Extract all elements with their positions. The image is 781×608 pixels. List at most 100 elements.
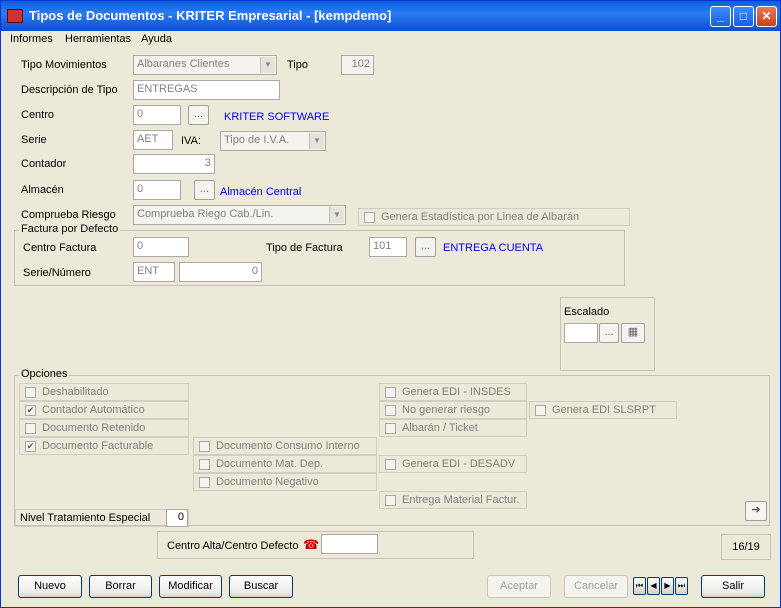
serie-label: Serie [21, 134, 47, 146]
nivel-tratamiento-row: Nivel Tratamiento Especial [15, 509, 189, 527]
app-icon [7, 9, 23, 23]
edi-slsrpt-label: Genera EDI SLSRPT [552, 404, 656, 416]
first-record-icon[interactable]: ⏮ [633, 577, 646, 595]
consumo-interno-checkbox[interactable]: Documento Consumo Interno [193, 437, 377, 455]
tipo-movimientos-select[interactable]: Albaranes Clientes ▼ [133, 55, 277, 75]
checkbox-box [385, 405, 396, 416]
chevron-down-icon[interactable]: ▼ [329, 207, 344, 223]
checkbox-box [199, 477, 210, 488]
centro-lookup-button[interactable]: ... [188, 105, 209, 125]
minimize-button[interactable]: _ [710, 6, 731, 27]
centro-name: KRITER SOFTWARE [224, 111, 330, 123]
albaran-ticket-checkbox[interactable]: Albarán / Ticket [379, 419, 527, 437]
documento-facturable-checkbox[interactable]: ✔ Documento Facturable [19, 437, 189, 455]
cancelar-button[interactable]: Cancelar [564, 575, 628, 598]
consumo-interno-label: Documento Consumo Interno [216, 440, 360, 452]
negativo-label: Documento Negativo [216, 476, 319, 488]
checkmark-icon: ✔ [25, 441, 36, 452]
nivel-tratamiento-field[interactable]: 0 [166, 509, 188, 527]
centro-alta-field[interactable] [321, 534, 378, 554]
checkbox-box [25, 423, 36, 434]
edi-slsrpt-checkbox[interactable]: Genera EDI SLSRPT [529, 401, 677, 419]
tipo-movimientos-label: Tipo Movimientos [21, 59, 107, 71]
salir-button[interactable]: Salir [701, 575, 765, 598]
documento-retenido-label: Documento Retenido [42, 422, 146, 434]
edi-desadv-checkbox[interactable]: Genera EDI - DESADV [379, 455, 527, 473]
almacen-field[interactable]: 0 [133, 180, 181, 200]
chevron-down-icon[interactable]: ▼ [309, 133, 324, 149]
aceptar-button[interactable]: Aceptar [487, 575, 551, 598]
tipo-factura-name: ENTREGA CUENTA [443, 242, 544, 254]
modificar-button[interactable]: Modificar [159, 575, 222, 598]
documento-retenido-checkbox[interactable]: Documento Retenido [19, 419, 189, 437]
factura-serie-field[interactable]: ENT [133, 262, 175, 282]
close-button[interactable]: ✕ [756, 6, 777, 27]
telephone-icon: ☎ [303, 537, 320, 552]
tipo-factura-field[interactable]: 101 [369, 237, 407, 257]
nivel-tratamiento-label: Nivel Tratamiento Especial [20, 512, 151, 524]
escalado-field[interactable] [564, 323, 598, 343]
menu-informes[interactable]: Informes [10, 33, 53, 45]
maximize-button[interactable]: □ [733, 6, 754, 27]
chevron-down-icon[interactable]: ▼ [260, 57, 275, 73]
almacen-label: Almacén [21, 184, 64, 196]
centro-alta-label: Centro Alta/Centro Defecto [167, 540, 299, 552]
menu-ayuda[interactable]: Ayuda [141, 33, 172, 45]
no-generar-riesgo-label: No generar riesgo [402, 404, 491, 416]
tipo-factura-label: Tipo de Factura [266, 242, 343, 254]
tipo-factura-lookup-button[interactable]: ... [415, 237, 436, 257]
escalado-lookup-button[interactable]: ... [599, 323, 619, 343]
previous-record-icon[interactable]: ◀ [647, 577, 660, 595]
deshabilitado-checkbox[interactable]: Deshabilitado [19, 383, 189, 401]
genera-estadistica-label: Genera Estadística por Linea de Albarán [381, 211, 580, 223]
descripcion-label: Descripción de Tipo [21, 84, 118, 96]
centro-label: Centro [21, 109, 55, 121]
iva-value: Tipo de I.V.A. [224, 134, 290, 146]
calendar-grid-icon[interactable]: ▦ [621, 323, 645, 343]
app-window: Tipos de Documentos - KRITER Empresarial… [0, 0, 781, 608]
comprueba-riesgo-value: Comprueba Riego Cab./Lin. [137, 208, 274, 220]
checkbox-box [25, 387, 36, 398]
borrar-button[interactable]: Borrar [89, 575, 152, 598]
deshabilitado-label: Deshabilitado [42, 386, 109, 398]
menu-herramientas[interactable]: Herramientas [65, 33, 131, 45]
checkmark-icon: ✔ [25, 405, 36, 416]
iva-select[interactable]: Tipo de I.V.A. ▼ [220, 131, 326, 151]
serie-numero-label: Serie/Número [23, 267, 91, 279]
no-generar-riesgo-checkbox[interactable]: No generar riesgo [379, 401, 527, 419]
centro-factura-label: Centro Factura [23, 242, 97, 254]
comprueba-riesgo-label: Comprueba Riesgo [21, 209, 116, 221]
entrega-material-checkbox[interactable]: Entrega Material Factur. [379, 491, 527, 509]
mat-dep-checkbox[interactable]: Documento Mat. Dep. [193, 455, 377, 473]
centro-field[interactable]: 0 [133, 105, 181, 125]
arrow-right-icon[interactable]: ➔ [745, 501, 767, 521]
descripcion-field[interactable]: ENTREGAS [133, 80, 280, 100]
nuevo-button[interactable]: Nuevo [18, 575, 82, 598]
tipo-label: Tipo [287, 59, 308, 71]
almacen-lookup-button[interactable]: ... [194, 180, 215, 200]
contador-automatico-checkbox[interactable]: ✔ Contador Automático [19, 401, 189, 419]
checkbox-box [385, 387, 396, 398]
contador-automatico-label: Contador Automático [42, 404, 145, 416]
comprueba-riesgo-select[interactable]: Comprueba Riego Cab./Lin. ▼ [133, 205, 346, 225]
next-record-icon[interactable]: ▶ [661, 577, 674, 595]
mat-dep-label: Documento Mat. Dep. [216, 458, 323, 470]
checkbox-box [385, 459, 396, 470]
contador-label: Contador [21, 158, 67, 170]
serie-field[interactable]: AET [133, 130, 173, 150]
negativo-checkbox[interactable]: Documento Negativo [193, 473, 377, 491]
window-title: Tipos de Documentos - KRITER Empresarial… [29, 8, 392, 23]
checkbox-box [364, 212, 375, 223]
entrega-material-label: Entrega Material Factur. [402, 494, 520, 506]
tipo-field[interactable]: 102 [341, 55, 374, 75]
edi-insdes-checkbox[interactable]: Genera EDI - INSDES [379, 383, 527, 401]
contador-field[interactable]: 3 [133, 154, 215, 174]
albaran-ticket-label: Albarán / Ticket [402, 422, 478, 434]
title-bar[interactable]: Tipos de Documentos - KRITER Empresarial… [1, 1, 780, 31]
factura-numero-field[interactable]: 0 [179, 262, 262, 282]
almacen-name: Almacén Central [220, 186, 302, 198]
buscar-button[interactable]: Buscar [229, 575, 293, 598]
genera-estadistica-checkbox[interactable]: Genera Estadística por Linea de Albarán [358, 208, 630, 226]
centro-factura-field[interactable]: 0 [133, 237, 189, 257]
last-record-icon[interactable]: ⏭ [675, 577, 688, 595]
